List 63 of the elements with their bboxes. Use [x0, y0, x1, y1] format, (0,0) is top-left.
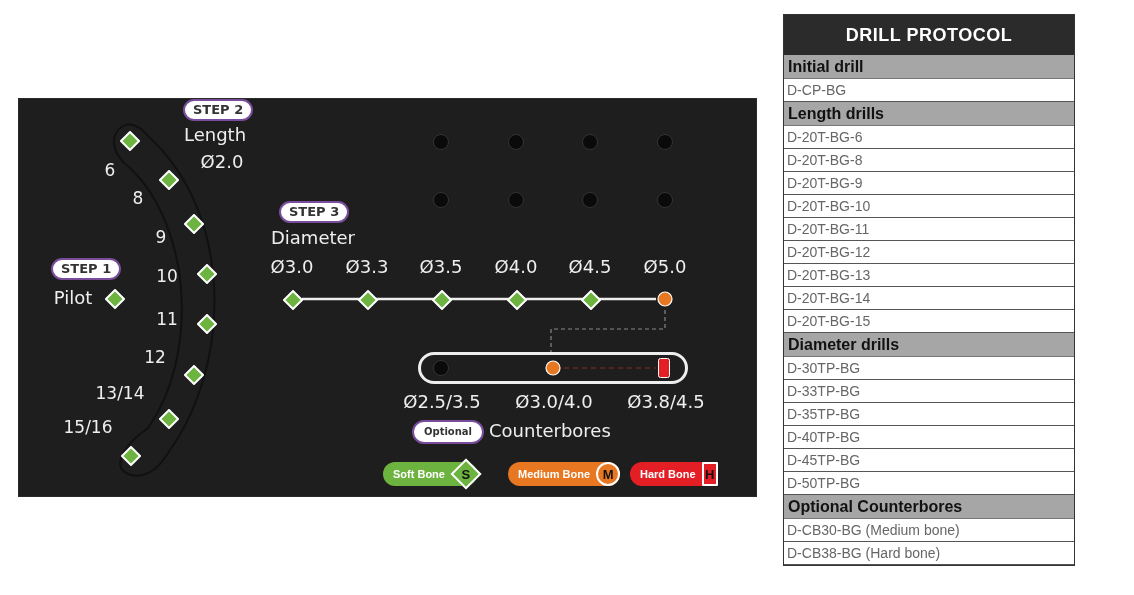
hole-icon [508, 192, 524, 208]
legend-symbol: M [596, 462, 621, 486]
step-badge: STEP 1 [51, 258, 122, 280]
step-badge: STEP 3 [279, 201, 350, 223]
step-title: Pilot [53, 289, 93, 307]
table-title: DRILL PROTOCOL [784, 15, 1074, 55]
hole-icon [657, 134, 673, 150]
hole-icon [657, 192, 673, 208]
diamond-icon [197, 264, 217, 284]
section-heading: Optional Counterbores [784, 495, 1074, 519]
legend-symbol: H [701, 462, 718, 486]
length-label: 11 [156, 310, 178, 328]
length-label: 9 [155, 228, 167, 246]
hole-icon [582, 134, 598, 150]
diameter-label: Ø2.0 [200, 153, 244, 171]
diamond-icon [432, 290, 452, 310]
diamond-icon [159, 170, 179, 190]
diameter-label: Ø3.3 [345, 258, 389, 276]
hole-icon [508, 134, 524, 150]
hole-icon [433, 360, 449, 376]
diamond-icon [358, 290, 378, 310]
section-heading: Initial drill [784, 55, 1074, 79]
diamond-icon [105, 289, 125, 309]
step-badge: STEP 2 [183, 99, 254, 121]
length-label: 8 [132, 189, 144, 207]
step-title: Length [183, 126, 247, 144]
diamond-icon [184, 214, 204, 234]
length-label: 15/16 [63, 418, 113, 436]
diameter-label: Ø4.5 [568, 258, 612, 276]
diameter-label: Ø4.0 [494, 258, 538, 276]
diamond-icon [184, 365, 204, 385]
diamond-icon [159, 409, 179, 429]
diameter-label: Ø5.0 [643, 258, 687, 276]
diamond-icon [283, 290, 303, 310]
length-label: 13/14 [95, 384, 145, 402]
length-label: 10 [156, 267, 178, 285]
hole-icon [582, 192, 598, 208]
optional-badge: Optional [412, 420, 485, 444]
counterbore-label: Ø3.0/4.0 [515, 393, 593, 411]
legend-symbol: S [450, 458, 482, 490]
counterbore-label: Ø3.8/4.5 [627, 393, 705, 411]
diameter-label: Ø3.5 [419, 258, 463, 276]
section-heading: Diameter drills [784, 333, 1074, 357]
length-label: 6 [104, 161, 116, 179]
legend-label: Soft Bone [393, 468, 445, 480]
step-title: Diameter [271, 229, 355, 247]
section-heading: Length drills [784, 102, 1074, 126]
diamond-icon [120, 131, 140, 151]
dot-icon [545, 360, 561, 376]
legend-label: Medium Bone [518, 468, 591, 480]
dot-icon [657, 291, 673, 307]
length-label: 12 [144, 348, 166, 366]
diamond-icon [121, 446, 141, 466]
diameter-label: Ø3.0 [270, 258, 314, 276]
diamond-icon [581, 290, 601, 310]
counterbore-label: Ø2.5/3.5 [403, 393, 481, 411]
legend-label: Hard Bone [640, 468, 696, 480]
counterbores-title: Counterbores [489, 422, 611, 440]
diamond-icon [197, 314, 217, 334]
hole-icon [433, 134, 449, 150]
diamond-icon [507, 290, 527, 310]
block-icon [658, 358, 670, 378]
hole-icon [433, 192, 449, 208]
